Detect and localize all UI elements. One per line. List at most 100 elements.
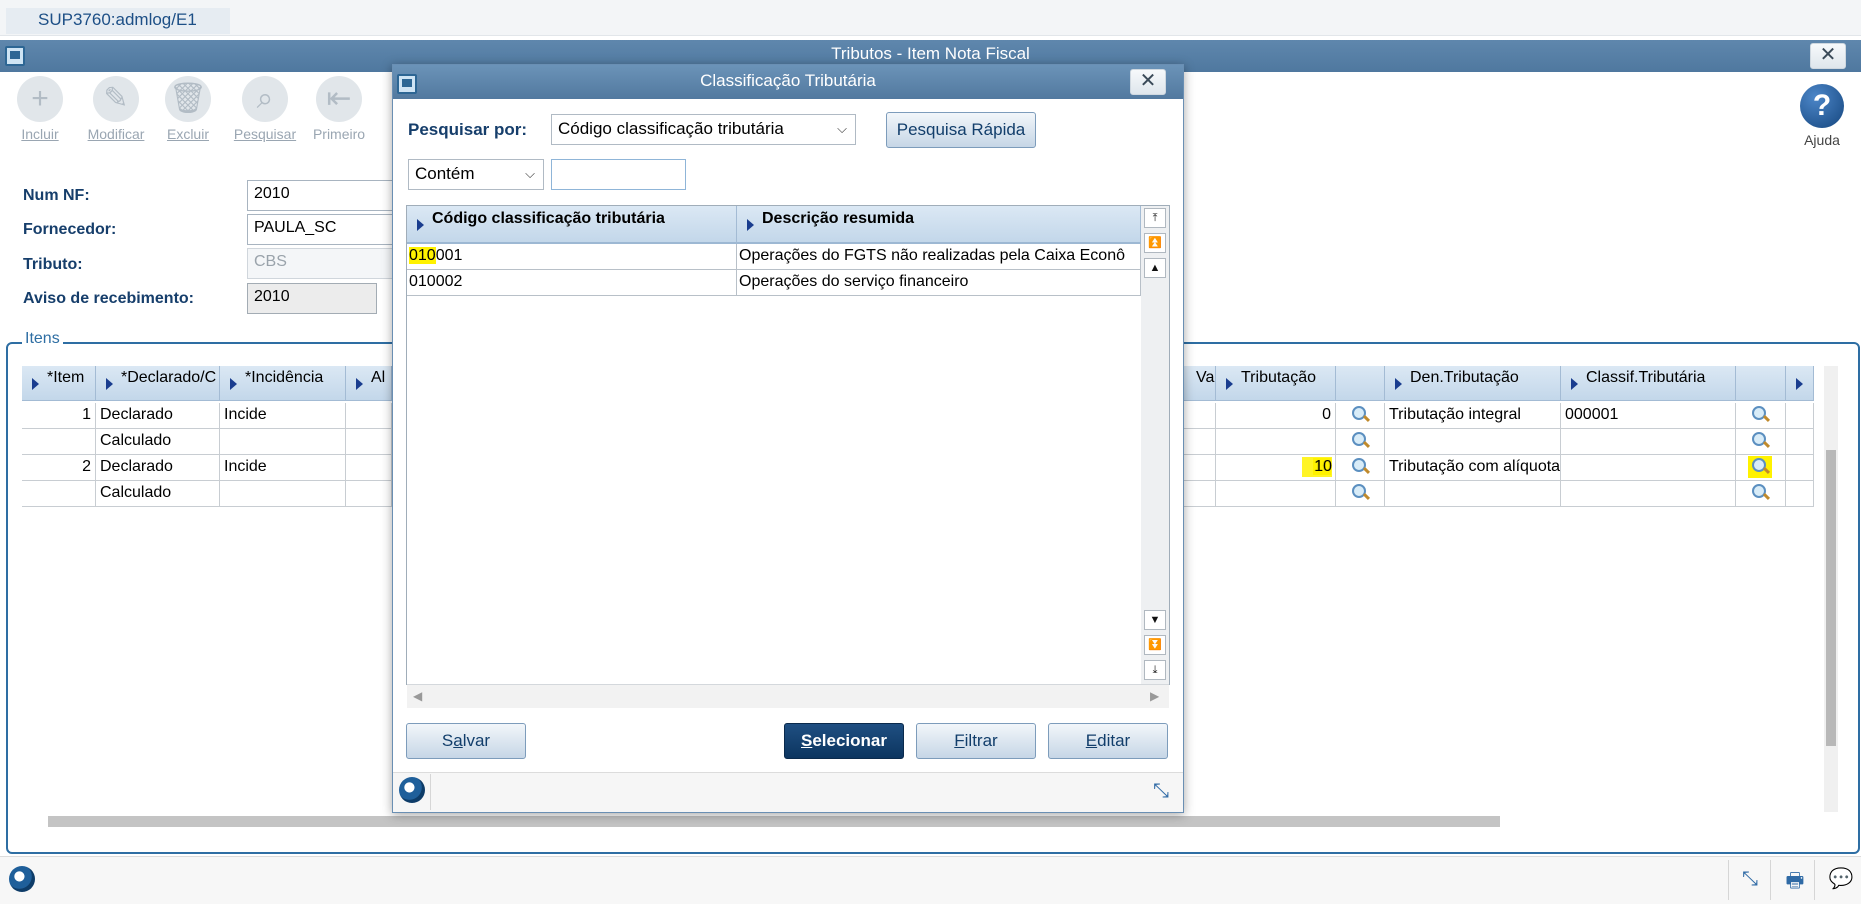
cell-classif[interactable] <box>1561 455 1736 481</box>
scroll-up-icon[interactable]: ▲ <box>1144 258 1166 278</box>
cell-incidencia[interactable]: Incide <box>220 455 346 481</box>
col-header-classif-tributaria[interactable]: Classif.Tributária <box>1561 366 1736 401</box>
cell-al[interactable] <box>346 481 392 507</box>
match-mode-select[interactable]: Contém ⌵ <box>408 159 544 190</box>
search-icon[interactable] <box>1750 405 1770 425</box>
last-page-icon[interactable]: ⤓ <box>1144 660 1166 680</box>
cell-tipo[interactable]: Declarado <box>96 455 220 481</box>
cell-codigo[interactable]: 010002 <box>407 270 737 296</box>
cell-lookup-classif[interactable] <box>1736 481 1786 507</box>
cell-tipo[interactable]: Calculado <box>96 429 220 455</box>
cell-lookup-tributacao[interactable] <box>1336 403 1385 429</box>
scroll-down-icon[interactable]: ▼ <box>1144 610 1166 630</box>
cell-den-tributacao[interactable] <box>1385 481 1561 507</box>
tributacao-highlight-text: 10 <box>1314 458 1332 475</box>
cell-classif[interactable] <box>1561 481 1736 507</box>
help-button[interactable]: ? Ajuda <box>1792 84 1852 148</box>
quick-search-button[interactable]: Pesquisa Rápida <box>886 112 1036 148</box>
search-icon[interactable] <box>1750 431 1770 451</box>
search-icon[interactable] <box>1350 483 1370 503</box>
cell-lookup-classif[interactable] <box>1736 403 1786 429</box>
search-icon[interactable] <box>1350 431 1370 451</box>
cell-tipo[interactable]: Declarado <box>96 403 220 429</box>
cell-tributacao[interactable] <box>1216 481 1336 507</box>
col-header-incidencia[interactable]: *Incidência <box>220 366 346 401</box>
toolbar-pesquisar[interactable]: ⌕ Pesquisar <box>229 76 301 142</box>
cell-item[interactable] <box>22 429 96 455</box>
print-icon[interactable]: 🖶 <box>1782 866 1808 892</box>
editar-button[interactable]: Editar <box>1048 723 1168 759</box>
cell-den-tributacao[interactable]: Tributação com alíquota <box>1385 455 1561 481</box>
toolbar-primeiro[interactable]: ⇤ Primeiro <box>303 76 375 142</box>
cell-item[interactable]: 1 <box>22 403 96 429</box>
items-vertical-scrollbar-thumb[interactable] <box>1826 450 1836 746</box>
cell-descricao[interactable]: Operações do FGTS não realizadas pela Ca… <box>737 244 1141 270</box>
dialog-close-button[interactable]: ✕ <box>1130 69 1166 95</box>
resize-icon[interactable]: ⤡ <box>1148 780 1174 802</box>
toolbar-excluir[interactable]: 🗑 Excluir <box>152 76 224 142</box>
page-up-icon[interactable]: ⏫ <box>1144 233 1166 253</box>
cell-item[interactable]: 2 <box>22 455 96 481</box>
cell-tributacao[interactable] <box>1216 429 1336 455</box>
cell-item[interactable] <box>22 481 96 507</box>
search-icon[interactable] <box>1750 483 1770 503</box>
num-nf-field[interactable]: 2010 <box>247 180 397 211</box>
session-tab[interactable]: SUP3760:admlog/E1 <box>6 8 230 34</box>
cell-codigo[interactable]: 010001 <box>407 244 737 270</box>
search-icon[interactable] <box>1750 457 1770 477</box>
first-page-icon[interactable]: ⤒ <box>1144 208 1166 228</box>
cell-va[interactable] <box>1184 481 1216 507</box>
cell-al[interactable] <box>346 429 392 455</box>
search-icon[interactable] <box>1350 405 1370 425</box>
cell-lookup-tributacao[interactable] <box>1336 455 1385 481</box>
cell-classif[interactable] <box>1561 429 1736 455</box>
cell-classif[interactable]: 000001 <box>1561 403 1736 429</box>
main-close-button[interactable]: ✕ <box>1810 43 1846 69</box>
cell-tipo[interactable]: Calculado <box>96 481 220 507</box>
col-header-item[interactable]: *Item <box>22 366 96 401</box>
items-horizontal-scrollbar[interactable] <box>48 816 1500 827</box>
aviso-recebimento-field[interactable]: 2010 <box>247 283 377 314</box>
scroll-right-icon[interactable]: ▶ <box>1150 689 1159 703</box>
toolbar-modificar[interactable]: ✎ Modificar <box>80 76 152 142</box>
col-header-tributacao[interactable]: Tributação <box>1216 366 1336 401</box>
cell-incidencia[interactable] <box>220 481 346 507</box>
cell-lookup-classif[interactable] <box>1736 429 1786 455</box>
cell-va[interactable] <box>1184 455 1216 481</box>
col-header-va[interactable]: Va <box>1184 366 1216 401</box>
fornecedor-field[interactable]: PAULA_SC <box>247 214 397 245</box>
dialog-grid-horizontal-scrollbar[interactable] <box>407 684 1169 708</box>
cell-incidencia[interactable] <box>220 429 346 455</box>
cell-lookup-tributacao[interactable] <box>1336 481 1385 507</box>
scroll-left-icon[interactable]: ◀ <box>413 689 422 703</box>
help-label: Ajuda <box>1804 132 1840 148</box>
search-icon[interactable] <box>1350 457 1370 477</box>
col-header-more[interactable] <box>1786 366 1814 401</box>
col-header-descricao[interactable]: Descrição resumida <box>737 206 1141 244</box>
search-input[interactable] <box>551 159 686 190</box>
chat-icon[interactable]: 💬 <box>1828 866 1854 890</box>
search-by-select[interactable]: Código classificação tributária ⌵ <box>551 114 856 145</box>
resize-icon[interactable]: ⤡ <box>1737 868 1763 890</box>
cell-incidencia[interactable]: Incide <box>220 403 346 429</box>
cell-va[interactable] <box>1184 403 1216 429</box>
selecionar-button[interactable]: Selecionar <box>784 723 904 759</box>
col-header-declarado[interactable]: *Declarado/C <box>96 366 220 401</box>
page-down-icon[interactable]: ⏬ <box>1144 635 1166 655</box>
cell-lookup-tributacao[interactable] <box>1336 429 1385 455</box>
toolbar-incluir[interactable]: + Incluir <box>4 76 76 142</box>
cell-den-tributacao[interactable] <box>1385 429 1561 455</box>
cell-den-tributacao[interactable]: Tributação integral <box>1385 403 1561 429</box>
filtrar-button[interactable]: Filtrar <box>916 723 1036 759</box>
cell-descricao[interactable]: Operações do serviço financeiro <box>737 270 1141 296</box>
cell-more <box>1786 429 1814 455</box>
cell-va[interactable] <box>1184 429 1216 455</box>
cell-al[interactable] <box>346 403 392 429</box>
cell-lookup-classif[interactable] <box>1736 455 1786 481</box>
cell-tributacao[interactable]: 0 <box>1216 403 1336 429</box>
cell-al[interactable] <box>346 455 392 481</box>
col-header-den-tributacao[interactable]: Den.Tributação <box>1385 366 1561 401</box>
col-header-codigo[interactable]: Código classificação tributária <box>407 206 737 244</box>
salvar-button[interactable]: Salvar <box>406 723 526 759</box>
col-header-al[interactable]: Al <box>346 366 392 401</box>
